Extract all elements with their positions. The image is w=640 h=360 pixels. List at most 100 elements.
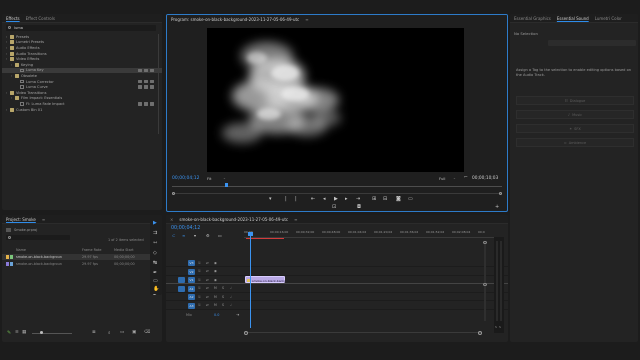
tree-folder[interactable]: › Custom Bin 01 bbox=[2, 107, 162, 113]
mark-out-icon[interactable]: | bbox=[295, 197, 297, 202]
track-select-tool-icon[interactable]: ⇉ bbox=[153, 231, 157, 236]
captions-icon[interactable]: ▭ bbox=[218, 234, 222, 238]
comparison-view-icon[interactable]: ▭ bbox=[408, 197, 413, 202]
timeline-menu-icon[interactable]: ≡ bbox=[294, 217, 297, 222]
linked-selection-icon[interactable]: ∞ bbox=[182, 234, 185, 238]
project-col-name[interactable]: Name bbox=[16, 248, 26, 252]
new-item-icon[interactable]: ▣ bbox=[132, 330, 136, 335]
effects-scrollbar[interactable] bbox=[157, 34, 159, 134]
program-menu-icon[interactable]: ≡ bbox=[305, 17, 308, 22]
quality-select[interactable]: Full bbox=[439, 176, 446, 181]
mute-icon[interactable]: M bbox=[214, 295, 217, 299]
sync-lock-icon[interactable]: ⇄ bbox=[206, 278, 209, 282]
mute-icon[interactable]: M bbox=[214, 303, 217, 307]
play-icon[interactable]: ▶ bbox=[334, 197, 338, 202]
solo-icon[interactable]: S bbox=[222, 286, 224, 290]
export-frame-icon[interactable]: ◙ bbox=[396, 197, 401, 202]
tab-sequence[interactable]: smoke-on-black-background-2023-11-27-05-… bbox=[179, 217, 288, 222]
solo-left[interactable]: S bbox=[495, 325, 497, 329]
program-title[interactable]: Program: smoke-on-black-background-2023-… bbox=[171, 17, 299, 22]
lift-icon[interactable]: ⊞ bbox=[372, 197, 376, 202]
track-name[interactable]: V3 bbox=[188, 260, 195, 266]
add-marker-icon[interactable]: ▾ bbox=[269, 197, 272, 202]
sync-lock-icon[interactable]: ⇄ bbox=[206, 269, 209, 273]
effects-search-field[interactable]: luma bbox=[6, 25, 156, 31]
source-patch[interactable] bbox=[178, 285, 185, 292]
time-ruler[interactable]: 00;0000;00;16;0000;00;32;0000;00;48;0000… bbox=[244, 228, 504, 238]
project-menu-icon[interactable]: ≡ bbox=[42, 217, 45, 222]
lock-icon[interactable]: ⚿ bbox=[198, 295, 200, 299]
snap-icon[interactable]: ⊂ bbox=[172, 234, 175, 238]
timeline-playhead[interactable] bbox=[250, 232, 251, 328]
lock-icon[interactable]: ⚿ bbox=[198, 286, 200, 290]
step-forward-icon[interactable]: ▸ bbox=[345, 197, 348, 202]
track-name[interactable]: V2 bbox=[188, 268, 195, 275]
mute-icon[interactable]: M bbox=[214, 286, 217, 290]
slip-tool-icon[interactable]: ↹ bbox=[153, 261, 157, 266]
solo-right[interactable]: S bbox=[499, 325, 501, 329]
mix-value[interactable]: 0.0 bbox=[214, 313, 219, 317]
source-patch[interactable] bbox=[178, 269, 185, 275]
mic-icon[interactable]: ♩ bbox=[230, 303, 232, 307]
new-folder-icon[interactable]: ▭ bbox=[120, 330, 124, 335]
selection-tool-icon[interactable]: ▶ bbox=[153, 221, 157, 226]
track-name[interactable]: A3 bbox=[188, 302, 195, 309]
tab-project[interactable]: Project: Smoke bbox=[6, 217, 36, 222]
zoom-slider-thumb[interactable] bbox=[40, 331, 43, 334]
camera-icon[interactable]: ◘ bbox=[357, 205, 361, 210]
mark-in-icon[interactable]: | bbox=[285, 197, 287, 202]
mic-icon[interactable]: ♩ bbox=[230, 295, 232, 299]
sfx-button[interactable]: ✶ SFX bbox=[516, 124, 634, 133]
go-to-in-icon[interactable]: ⇤ bbox=[311, 197, 315, 202]
timeline-settings-icon[interactable]: ⚙ bbox=[206, 234, 210, 238]
tab-essential-sound[interactable]: Essential Sound bbox=[557, 16, 589, 21]
eye-icon[interactable]: ◉ bbox=[214, 261, 217, 265]
project-col-framerate[interactable]: Frame Rate bbox=[82, 248, 101, 252]
project-col-mediastart[interactable]: Media Start bbox=[114, 248, 134, 252]
program-scrubber[interactable] bbox=[172, 186, 502, 187]
find-icon[interactable]: ⌕ bbox=[108, 330, 111, 336]
trash-icon[interactable]: ⌫ bbox=[144, 330, 150, 335]
work-area-bar[interactable] bbox=[246, 238, 284, 239]
tab-effect-controls[interactable]: Effect Controls bbox=[26, 16, 55, 21]
pencil-icon[interactable]: ✎ bbox=[7, 330, 11, 336]
source-patch[interactable] bbox=[178, 303, 185, 309]
lock-icon[interactable]: ⚿ bbox=[198, 278, 200, 282]
lock-icon[interactable]: ⚿ bbox=[198, 269, 200, 273]
tab-essential-graphics[interactable]: Essential Graphics bbox=[514, 16, 551, 21]
source-patch[interactable] bbox=[178, 294, 185, 300]
sync-lock-icon[interactable]: ⇄ bbox=[206, 286, 209, 290]
timeline-playhead-handle[interactable] bbox=[248, 232, 253, 236]
pen-tool-icon[interactable]: ✒ bbox=[153, 271, 157, 276]
add-button-icon[interactable]: + bbox=[495, 205, 499, 210]
tab-lumetri-color[interactable]: Lumetri Color bbox=[595, 16, 622, 21]
track-name[interactable]: A1 bbox=[188, 285, 195, 292]
new-bin-icon[interactable] bbox=[6, 227, 11, 232]
zoom-select[interactable]: Fit bbox=[207, 176, 211, 181]
mic-icon[interactable]: ♩ bbox=[230, 286, 232, 290]
eye-icon[interactable]: ◉ bbox=[214, 269, 217, 273]
solo-icon[interactable]: S bbox=[222, 303, 224, 307]
music-button[interactable]: ♪ Music bbox=[516, 110, 634, 119]
safe-margins-icon[interactable]: ⊡ bbox=[332, 205, 336, 210]
zoom-chevron-icon[interactable]: ⌄ bbox=[223, 176, 226, 180]
program-timecode[interactable]: 00;00;04;12 bbox=[172, 176, 199, 181]
add-marker-timeline-icon[interactable]: ▾ bbox=[194, 234, 196, 238]
program-playhead[interactable] bbox=[225, 183, 228, 187]
program-navigator[interactable] bbox=[172, 192, 502, 195]
eye-icon[interactable]: ◉ bbox=[214, 278, 217, 282]
lock-icon[interactable]: ⚿ bbox=[198, 261, 200, 265]
ripple-edit-tool-icon[interactable]: ⇿ bbox=[153, 241, 157, 246]
settings-wrench-icon[interactable]: ⌐ bbox=[464, 175, 468, 180]
extract-icon[interactable]: ⊟ bbox=[383, 197, 387, 202]
sync-lock-icon[interactable]: ⇄ bbox=[206, 303, 209, 307]
quality-chevron-icon[interactable]: ⌄ bbox=[453, 176, 456, 180]
ambience-button[interactable]: ≈ Ambience bbox=[516, 138, 634, 147]
preset-dropdown[interactable] bbox=[548, 40, 636, 46]
source-patch[interactable] bbox=[178, 260, 185, 266]
list-view-icon[interactable]: ≡ bbox=[15, 330, 19, 335]
dialogue-button[interactable]: ☷ Dialogue bbox=[516, 96, 634, 105]
timeline-h-scrollbar[interactable] bbox=[244, 330, 482, 335]
timeline-timecode[interactable]: 00;00;04;12 bbox=[171, 226, 200, 231]
lock-icon[interactable]: ⚿ bbox=[198, 303, 200, 307]
